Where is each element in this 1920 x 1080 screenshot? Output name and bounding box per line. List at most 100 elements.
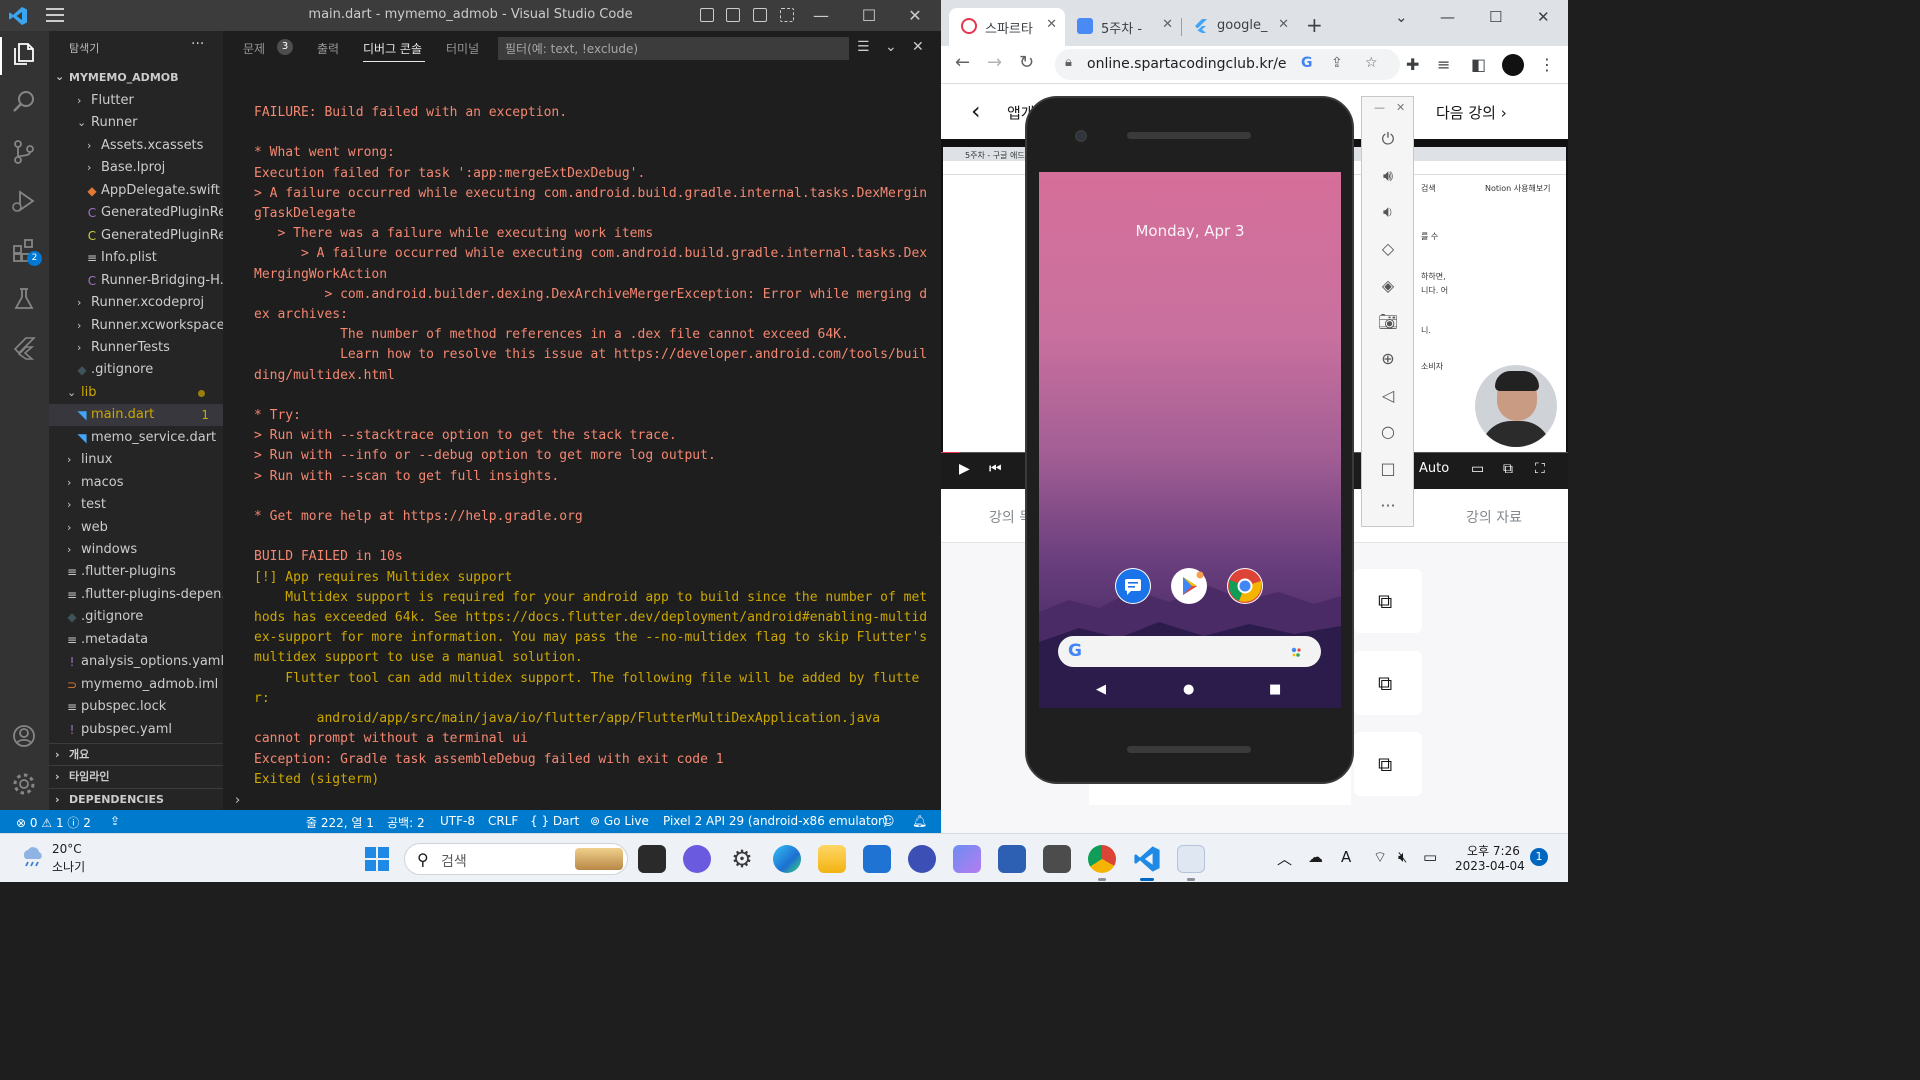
close-icon[interactable]: ✕	[892, 2, 938, 29]
bookmark-star-icon[interactable]: ☆	[1365, 55, 1378, 71]
tree-folder[interactable]: ⌄ lib	[49, 382, 223, 404]
calculator-icon[interactable]	[1043, 845, 1071, 873]
problems-status[interactable]: ⊗ 0 ⚠ 1 ⓘ 2	[16, 814, 91, 831]
maximize-icon[interactable]: ☐	[846, 2, 892, 29]
console-filter-input[interactable]	[498, 37, 849, 60]
minimize-icon[interactable]: —	[798, 2, 844, 29]
tree-file[interactable]: ◥ main.dart 1	[49, 404, 223, 427]
tree-folder[interactable]: › Runner.xcodeproj	[49, 292, 223, 314]
reload-icon[interactable]: ↻	[1019, 52, 1034, 73]
settings-gear-icon[interactable]: ⚙	[728, 845, 756, 873]
notification-count-badge[interactable]: 1	[1530, 848, 1548, 866]
tab-close-icon[interactable]: ✕	[1278, 17, 1289, 32]
tab-google[interactable]: google_ ✕	[1181, 8, 1297, 46]
tree-file[interactable]: ≡ .metadata	[49, 629, 223, 651]
close-panel-icon[interactable]: ✕	[912, 39, 924, 55]
onedrive-cloud-icon[interactable]: ☁	[1308, 848, 1323, 866]
timeline-section[interactable]: › 타임라인	[49, 765, 223, 787]
subtitles-icon[interactable]: ▭	[1471, 461, 1484, 477]
tree-file[interactable]: C GeneratedPluginRe...	[49, 202, 223, 224]
vscode-taskbar-icon[interactable]	[1133, 845, 1161, 873]
close-icon[interactable]: ✕	[1537, 8, 1550, 26]
tree-file[interactable]: ≡ .flutter-plugins-depen...	[49, 584, 223, 606]
assistant-icon[interactable]	[1291, 647, 1301, 657]
battery-icon[interactable]: ▭	[1423, 848, 1437, 866]
tree-file[interactable]: C Runner-Bridging-H...	[49, 270, 223, 292]
side-panel-icon[interactable]: ◧	[1471, 55, 1486, 74]
outline-section[interactable]: › 개요	[49, 743, 223, 765]
power-icon[interactable]: ⏻	[1376, 127, 1400, 151]
tab-lecture-materials[interactable]: 강의 자료	[1466, 507, 1522, 527]
more-actions-icon[interactable]: ···	[191, 36, 204, 52]
tree-file[interactable]: ≡ Info.plist	[49, 247, 223, 269]
device-selector[interactable]: Pixel 2 API 29 (android-x86 emulator)	[663, 814, 888, 828]
chrome-menu-icon[interactable]: ⋮	[1539, 55, 1555, 74]
tree-folder[interactable]: › test	[49, 494, 223, 516]
tab-problems[interactable]: 문제	[243, 40, 265, 57]
testing-icon[interactable]	[10, 286, 38, 314]
url-text[interactable]: online.spartacodingclub.kr/en...	[1087, 56, 1287, 72]
windows-start-icon[interactable]	[365, 847, 389, 871]
tree-file[interactable]: ⊃ mymemo_admob.iml	[49, 674, 223, 696]
copy-button[interactable]: ⧉	[1354, 732, 1422, 796]
tree-folder[interactable]: › macos	[49, 472, 223, 494]
teams-chat-icon[interactable]	[683, 845, 711, 873]
tree-folder[interactable]: › web	[49, 517, 223, 539]
clear-console-icon[interactable]: ☰	[857, 39, 870, 55]
reading-list-icon[interactable]: ≡	[1437, 55, 1450, 74]
back-icon[interactable]: ←	[955, 52, 970, 73]
minimize-icon[interactable]: —	[1440, 8, 1455, 26]
tab-terminal[interactable]: 터미널	[446, 40, 479, 57]
tree-folder[interactable]: › Flutter	[49, 90, 223, 112]
language-mode[interactable]: { } Dart	[530, 814, 579, 828]
weather-temperature[interactable]: 20°C	[52, 842, 82, 856]
copy-button[interactable]: ⧉	[1354, 651, 1422, 715]
tree-file[interactable]: ◥ memo_service.dart	[49, 427, 223, 449]
weather-rain-icon[interactable]	[20, 846, 46, 868]
indentation-status[interactable]: 공백: 2	[387, 814, 425, 831]
tree-file[interactable]: ! pubspec.yaml	[49, 719, 223, 741]
fullscreen-icon[interactable]: ⛶	[1535, 461, 1545, 477]
taskbar-search-box[interactable]: ⚲ 검색	[404, 843, 628, 875]
volume-down-icon[interactable]: 🔉︎	[1376, 200, 1400, 224]
toggle-secondary-sidebar-icon[interactable]	[753, 8, 767, 22]
camera-icon[interactable]: 📷︎	[1376, 310, 1400, 334]
tree-folder[interactable]: › windows	[49, 539, 223, 561]
play-store-app-icon[interactable]	[1171, 568, 1207, 604]
mail-icon[interactable]	[863, 845, 891, 873]
tree-file[interactable]: ! analysis_options.yaml	[49, 651, 223, 673]
file-explorer-icon[interactable]	[818, 845, 846, 873]
android-overview-icon[interactable]: ■	[1269, 682, 1281, 697]
new-tab-icon[interactable]: +	[1306, 13, 1323, 37]
notifications-bell-icon[interactable]: 🔔︎	[912, 814, 927, 828]
tree-folder[interactable]: › Assets.xcassets	[49, 135, 223, 157]
tree-file[interactable]: ◆ .gitignore	[49, 359, 223, 381]
eol-status[interactable]: CRLF	[488, 814, 518, 828]
chevron-left-icon[interactable]: ‹	[971, 97, 981, 125]
app-c-icon[interactable]	[908, 845, 936, 873]
tree-folder[interactable]: › Base.lproj	[49, 157, 223, 179]
address-bar[interactable]: 🔒︎ online.spartacodingclub.kr/en... G ⇪ …	[1055, 49, 1400, 80]
console-input-prompt[interactable]: ›	[235, 793, 240, 808]
tab-debug-console[interactable]: 디버그 콘솔	[363, 40, 422, 57]
share-icon[interactable]: ⇪	[1331, 55, 1343, 71]
weather-description[interactable]: 소나기	[52, 858, 85, 875]
app-copilot-icon[interactable]	[953, 845, 981, 873]
tab-search-icon[interactable]: ⌄	[1395, 8, 1408, 26]
gear-icon[interactable]	[10, 771, 38, 799]
back-icon[interactable]: ◁	[1376, 384, 1400, 408]
flutter-icon[interactable]	[10, 335, 38, 363]
project-folder-header[interactable]: ⌄ MYMEMO_ADMOB	[49, 67, 223, 89]
go-live-button[interactable]: ⊚ Go Live	[590, 814, 649, 828]
tree-file[interactable]: ≡ pubspec.lock	[49, 696, 223, 718]
rotate-right-icon[interactable]: ◈	[1376, 274, 1400, 298]
tree-file[interactable]: C GeneratedPluginRe...	[49, 225, 223, 247]
remote-share-icon[interactable]: ⇪	[110, 814, 120, 828]
cursor-position[interactable]: 줄 222, 열 1	[306, 814, 374, 831]
tree-folder[interactable]: › linux	[49, 449, 223, 471]
phone-home-screen[interactable]: Monday, Apr 3 G ◀ ● ■	[1039, 172, 1341, 708]
explorer-icon[interactable]	[10, 41, 38, 69]
quality-selector[interactable]: Auto	[1419, 461, 1449, 476]
google-search-bar[interactable]: G	[1058, 636, 1321, 667]
tab-close-icon[interactable]: ✕	[1162, 17, 1173, 32]
